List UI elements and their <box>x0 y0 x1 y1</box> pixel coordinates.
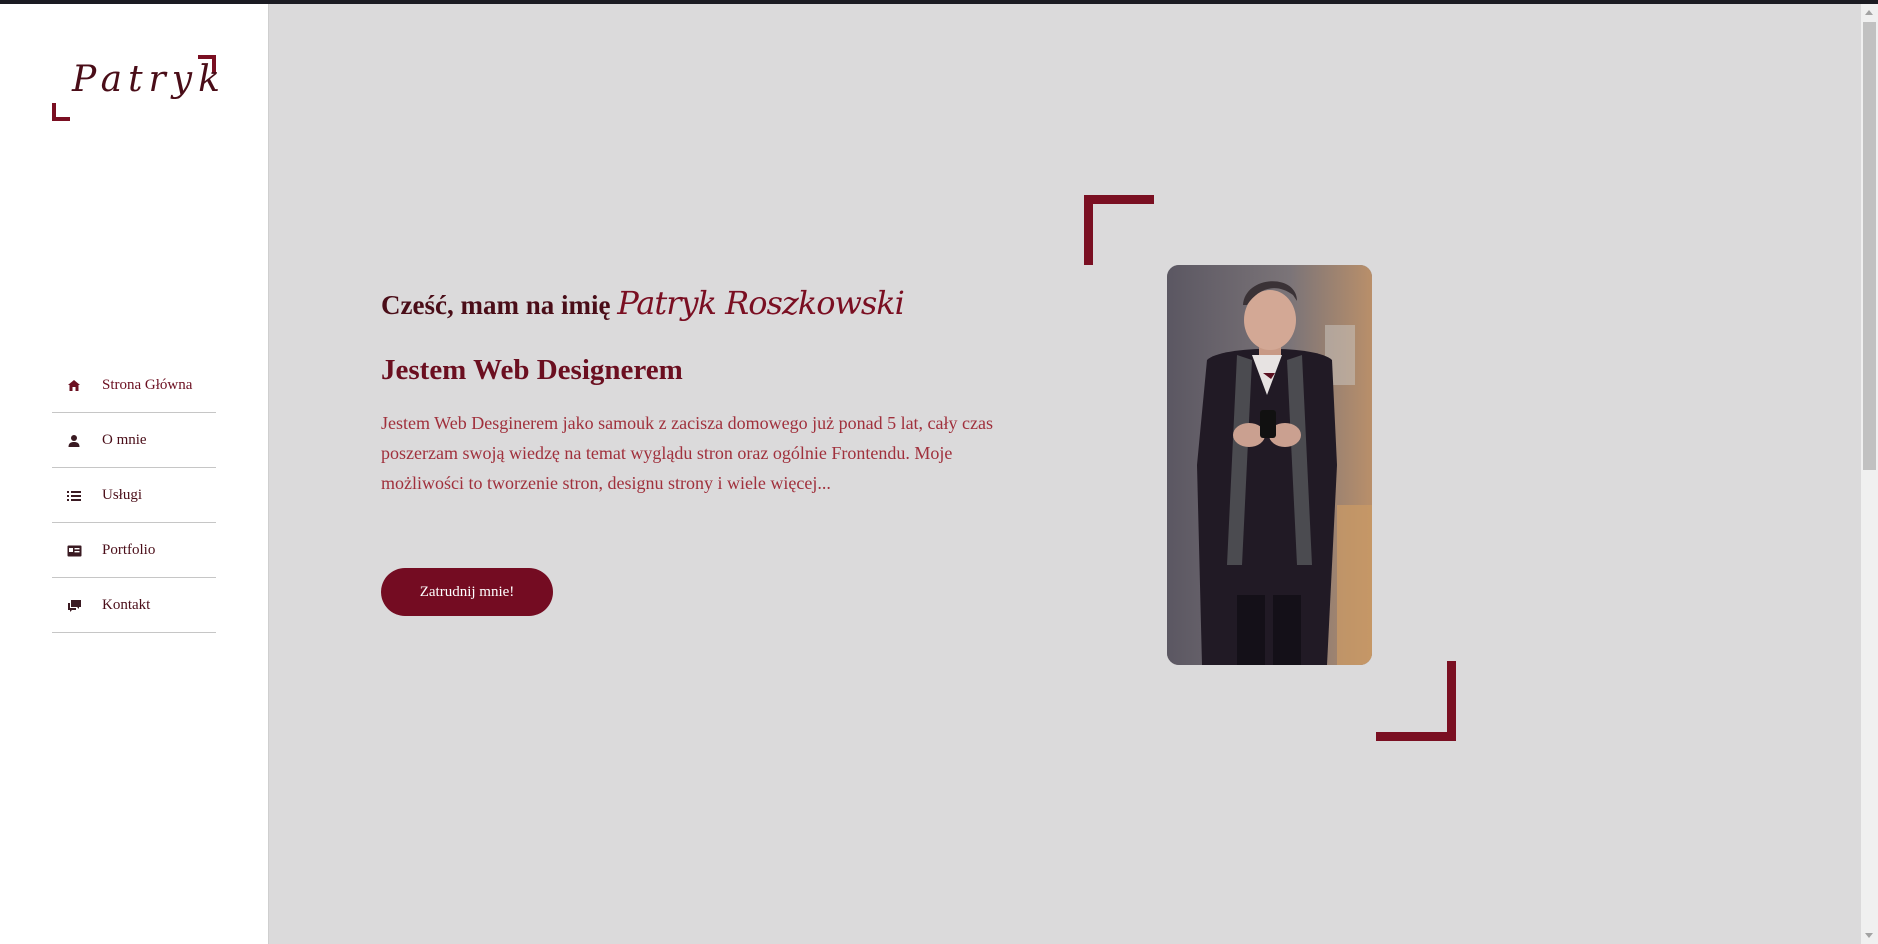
photo-frame-corner-top-left <box>1084 195 1154 265</box>
sidebar-item-label: Strona Główna <box>102 377 193 393</box>
sidebar-item-services[interactable]: Usługi <box>52 469 216 523</box>
intro-description: Jestem Web Desginerem jako samouk z zaci… <box>381 413 994 493</box>
sidebar-item-label: Portfolio <box>102 542 156 558</box>
sidebar-item-label: O mnie <box>102 432 147 448</box>
list-icon <box>66 488 82 504</box>
sidebar: Patryk Strona Główna O mnie Usługi Portf… <box>0 4 269 944</box>
hire-me-button[interactable]: Zatrudnij mnie! <box>381 568 553 616</box>
sidebar-item-label: Kontakt <box>102 597 151 613</box>
greeting-text: Cześć, mam na imię <box>381 290 611 320</box>
scrollbar[interactable] <box>1861 4 1878 944</box>
logo-text: Patryk <box>72 59 226 100</box>
sidebar-nav: Strona Główna O mnie Usługi Portfolio Ko… <box>52 359 216 634</box>
user-icon <box>66 433 82 449</box>
sidebar-item-portfolio[interactable]: Portfolio <box>52 524 216 578</box>
profile-photo <box>1167 265 1372 665</box>
scroll-up-arrow-icon[interactable] <box>1865 10 1873 15</box>
sidebar-item-label: Usługi <box>102 487 143 503</box>
scroll-down-arrow-icon[interactable] <box>1865 933 1873 938</box>
scrollbar-thumb[interactable] <box>1863 22 1876 470</box>
home-icon <box>66 378 82 394</box>
photo-frame-corner-bottom-right <box>1376 661 1456 741</box>
portfolio-icon <box>66 543 82 559</box>
greeting-heading: Cześć, mam na imię Patryk Roszkowski <box>381 284 905 322</box>
sidebar-item-about[interactable]: O mnie <box>52 414 216 468</box>
author-name: Patryk Roszkowski <box>617 284 905 322</box>
logo-corner-bottom-left <box>52 103 70 121</box>
sidebar-item-contact[interactable]: Kontakt <box>52 579 216 633</box>
chat-icon <box>66 598 82 614</box>
logo[interactable]: Patryk <box>52 51 220 121</box>
role-heading: Jestem Web Designerem <box>381 354 683 386</box>
sidebar-item-home[interactable]: Strona Główna <box>52 359 216 413</box>
main-content: Cześć, mam na imię Patryk Roszkowski Jes… <box>269 4 1861 944</box>
